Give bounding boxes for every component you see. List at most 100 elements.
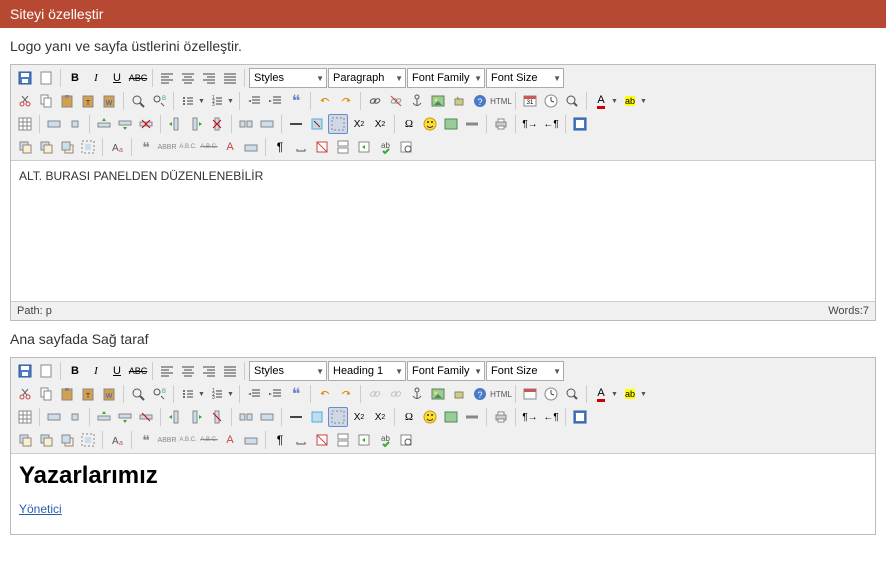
styles-dropdown[interactable]: Styles▼	[249, 68, 327, 88]
insertrowafter-icon[interactable]	[115, 407, 135, 427]
backcolor-arrow[interactable]: ▼	[640, 98, 648, 105]
ins-icon[interactable]: A	[220, 137, 240, 157]
sub-icon[interactable]: X2	[349, 407, 369, 427]
absolute-icon[interactable]	[78, 137, 98, 157]
bulletlist-arrow[interactable]: ▼	[198, 98, 206, 105]
backcolor-icon[interactable]: ab	[620, 384, 640, 404]
deleterow-icon[interactable]	[136, 407, 156, 427]
nonbreaking-icon[interactable]	[291, 137, 311, 157]
spellcheck2-icon[interactable]	[396, 137, 416, 157]
ltr-icon[interactable]: ¶→	[520, 114, 540, 134]
cite-icon[interactable]: ❝	[136, 430, 156, 450]
removeformat-icon[interactable]	[307, 114, 327, 134]
strike-icon[interactable]: ABC	[128, 68, 148, 88]
insertlayer-icon[interactable]	[15, 430, 35, 450]
insertlayer-icon[interactable]	[15, 137, 35, 157]
paste-icon[interactable]	[57, 91, 77, 111]
anchor-icon[interactable]	[407, 91, 427, 111]
absolute-icon[interactable]	[78, 430, 98, 450]
sub-icon[interactable]: X2	[349, 114, 369, 134]
underline-icon[interactable]: U	[107, 361, 127, 381]
deleterow-icon[interactable]	[136, 114, 156, 134]
template-icon[interactable]	[312, 137, 332, 157]
insertcolbefore-icon[interactable]	[165, 114, 185, 134]
aligncenter-icon[interactable]	[178, 361, 198, 381]
editor-content-2[interactable]: Yazarlarımız Yönetici	[11, 454, 875, 534]
hr-icon[interactable]	[286, 407, 306, 427]
paste-icon[interactable]	[57, 384, 77, 404]
media-icon[interactable]	[441, 407, 461, 427]
fullscreen-icon[interactable]	[570, 114, 590, 134]
deletecol-icon[interactable]	[207, 407, 227, 427]
advhr-icon[interactable]	[462, 114, 482, 134]
replace-icon[interactable]: B	[149, 384, 169, 404]
bulletlist-icon[interactable]	[178, 91, 198, 111]
alignleft-icon[interactable]	[157, 68, 177, 88]
abbr-icon[interactable]: ABBR	[157, 137, 177, 157]
splitcells-icon[interactable]	[236, 114, 256, 134]
copy-icon[interactable]	[36, 384, 56, 404]
inserttime-icon[interactable]	[541, 91, 561, 111]
splitcells-icon[interactable]	[236, 407, 256, 427]
nonbreaking-icon[interactable]	[291, 430, 311, 450]
backcolor-icon[interactable]: ab	[620, 91, 640, 111]
insertdate-icon[interactable]: 31	[520, 91, 540, 111]
bulletlist-icon[interactable]	[178, 384, 198, 404]
numberlist-icon[interactable]: 123	[207, 91, 227, 111]
charmap-icon[interactable]: Ω	[399, 407, 419, 427]
del-icon[interactable]: A.B.C.	[199, 137, 219, 157]
insertrowbefore-icon[interactable]	[94, 407, 114, 427]
fontsize-dropdown[interactable]: Font Size▼	[486, 361, 564, 381]
mergecells-icon[interactable]	[257, 407, 277, 427]
insertcolbefore-icon[interactable]	[165, 407, 185, 427]
alignright-icon[interactable]	[199, 361, 219, 381]
editor-content-1[interactable]: ALT. BURASI PANELDEN DÜZENLENEBİLİR	[11, 161, 875, 301]
print-icon[interactable]	[491, 407, 511, 427]
undo-icon[interactable]	[315, 91, 335, 111]
search-icon[interactable]	[128, 91, 148, 111]
fullscreen-icon[interactable]	[570, 407, 590, 427]
removeformat-icon[interactable]	[307, 407, 327, 427]
charmap-icon[interactable]: Ω	[399, 114, 419, 134]
bold-icon[interactable]: B	[65, 68, 85, 88]
help-icon[interactable]: ?	[470, 384, 490, 404]
restoredraft-icon[interactable]	[354, 430, 374, 450]
pastetext-icon[interactable]: T	[78, 91, 98, 111]
cite-icon[interactable]: ❝	[136, 137, 156, 157]
attribs-icon[interactable]	[241, 430, 261, 450]
acronym-icon[interactable]: A.B.C.	[178, 430, 198, 450]
html-icon[interactable]: HTML	[491, 384, 511, 404]
cleanup-icon[interactable]	[449, 91, 469, 111]
image-icon[interactable]	[428, 384, 448, 404]
blockquote-icon[interactable]: ❝	[286, 91, 306, 111]
insertcolafter-icon[interactable]	[186, 114, 206, 134]
italic-icon[interactable]: I	[86, 361, 106, 381]
del-icon[interactable]: A.B.C.	[199, 430, 219, 450]
fontfamily-dropdown[interactable]: Font Family▼	[407, 361, 485, 381]
image-icon[interactable]	[428, 91, 448, 111]
spellcheck-icon[interactable]: ab	[375, 430, 395, 450]
cut-icon[interactable]	[15, 384, 35, 404]
italic-icon[interactable]: I	[86, 68, 106, 88]
content-link[interactable]: Yönetici	[19, 502, 62, 516]
strike-icon[interactable]: ABC	[128, 361, 148, 381]
cellprops-icon[interactable]	[65, 407, 85, 427]
numberlist-icon[interactable]: 123	[207, 384, 227, 404]
rowprops-icon[interactable]	[44, 407, 64, 427]
copy-icon[interactable]	[36, 91, 56, 111]
rtl-icon[interactable]: ←¶	[541, 407, 561, 427]
alignleft-icon[interactable]	[157, 361, 177, 381]
paragraph-dropdown[interactable]: Heading 1▼	[328, 361, 406, 381]
insertcolafter-icon[interactable]	[186, 407, 206, 427]
redo-icon[interactable]	[336, 91, 356, 111]
hr-icon[interactable]	[286, 114, 306, 134]
mergecells-icon[interactable]	[257, 114, 277, 134]
insertrowbefore-icon[interactable]	[94, 114, 114, 134]
styleprops-icon[interactable]: Aa	[107, 137, 127, 157]
abbr-icon[interactable]: ABBR	[157, 430, 177, 450]
acronym-icon[interactable]: A.B.C.	[178, 137, 198, 157]
cellprops-icon[interactable]	[65, 114, 85, 134]
emotions-icon[interactable]	[420, 114, 440, 134]
inserttable-icon[interactable]	[15, 114, 35, 134]
movebackward-icon[interactable]	[57, 137, 77, 157]
